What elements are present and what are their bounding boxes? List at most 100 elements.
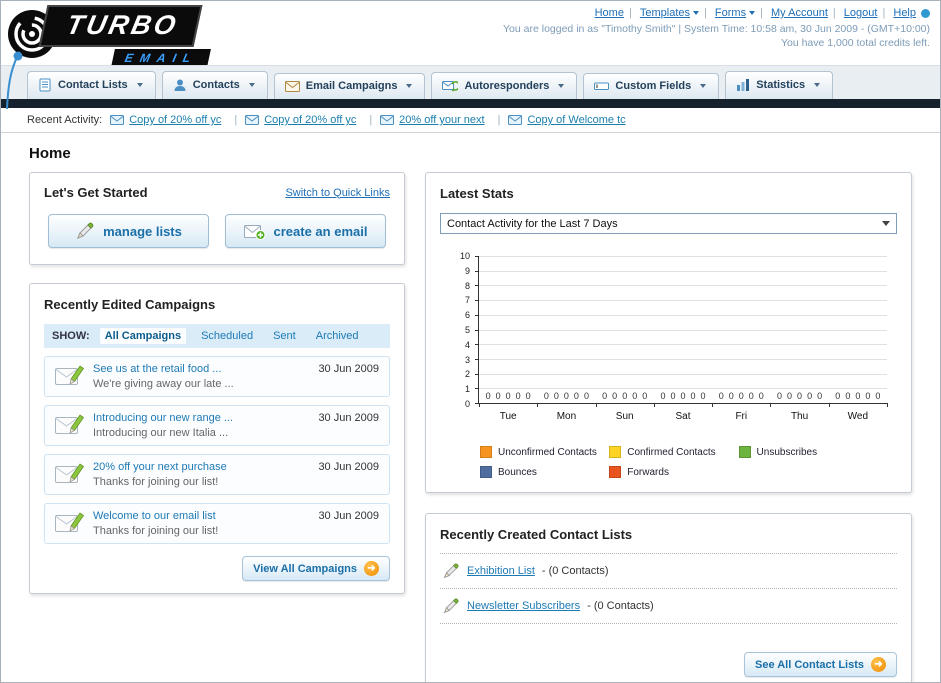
statistics-icon [737, 79, 750, 91]
show-label: SHOW: [52, 330, 90, 342]
chart-value: 0 [797, 391, 803, 401]
chart-value: 0 [845, 391, 851, 401]
view-all-campaigns-button[interactable]: View All Campaigns ➜ [242, 556, 390, 581]
campaign-row[interactable]: 20% off your next purchase Thanks for jo… [44, 454, 390, 495]
tab-label: Statistics [756, 79, 806, 91]
tab-autoresponders[interactable]: Autoresponders [431, 72, 578, 99]
envelope-pencil-icon [55, 365, 85, 385]
header: TURBO EMAIL Home Templates Forms My Acco… [1, 1, 940, 110]
x-tick-mark [537, 403, 539, 407]
filter-archived[interactable]: Archived [311, 328, 364, 344]
x-tick-mark [653, 403, 655, 407]
contact-list-count: - (0 Contacts) [587, 600, 654, 612]
tab-label: Contact Lists [58, 79, 128, 91]
chart-value: 0 [817, 391, 823, 401]
campaign-title-link[interactable]: Welcome to our email list [93, 510, 310, 522]
tab-email-campaigns[interactable]: Email Campaigns [273, 73, 426, 99]
contact-lists-title: Recently Created Contact Lists [440, 527, 633, 542]
legend-label: Bounces [498, 466, 537, 478]
campaign-subtitle: Thanks for joining our list! [93, 476, 219, 488]
recent-activity-link[interactable]: Copy of Welcome tc [527, 114, 625, 126]
recent-activity-link[interactable]: Copy of 20% off yc [129, 114, 221, 126]
recent-activity-link[interactable]: 20% off your next [399, 114, 484, 126]
chart-value: 0 [525, 391, 531, 401]
switch-quick-links-link[interactable]: Switch to Quick Links [285, 187, 390, 199]
nav-link-templates[interactable]: Templates [640, 7, 690, 19]
manage-lists-button[interactable]: manage lists [48, 214, 209, 248]
envelope-icon [110, 115, 125, 125]
contact-list-count: - (0 Contacts) [541, 565, 609, 577]
chart-value: 0 [718, 391, 724, 401]
contact-list-item: Exhibition List - (0 Contacts) [440, 554, 897, 589]
chart-value: 0 [573, 391, 579, 401]
chart-value: 0 [807, 391, 813, 401]
filter-sent[interactable]: Sent [268, 328, 301, 344]
chevron-down-icon [558, 83, 565, 88]
x-tick-label: Thu [790, 411, 809, 422]
view-all-campaigns-label: View All Campaigns [253, 562, 357, 575]
envelope-icon [245, 115, 260, 125]
x-tick-label: Mon [556, 411, 577, 422]
campaign-title-link[interactable]: See us at the retail food ... [93, 363, 310, 375]
app-window: TURBO EMAIL Home Templates Forms My Acco… [0, 0, 941, 683]
envelope-icon [508, 115, 523, 125]
nav-divider-bar [1, 99, 940, 108]
chart-value: 0 [543, 391, 549, 401]
legend-item: Confirmed Contacts [609, 446, 738, 458]
chart-value: 0 [583, 391, 589, 401]
tab-statistics[interactable]: Statistics [725, 71, 834, 99]
envelope-pencil-icon [55, 414, 85, 434]
chart-value: 0 [787, 391, 793, 401]
chart-value: 0 [738, 391, 744, 401]
campaign-row[interactable]: Welcome to our email list Thanks for joi… [44, 503, 390, 544]
see-all-contact-lists-button[interactable]: See All Contact Lists ➜ [743, 652, 897, 677]
tab-label: Autoresponders [464, 79, 550, 92]
campaign-row[interactable]: Introducing our new range ... Introducin… [44, 405, 390, 446]
y-tick-label: 2 [464, 369, 470, 380]
pencil-icon [443, 563, 459, 579]
chart-value: 0 [660, 391, 666, 401]
campaign-row[interactable]: See us at the retail food ... We're givi… [44, 356, 390, 397]
recent-activity-link[interactable]: Copy of 20% off yc [264, 114, 356, 126]
y-tick-label: 8 [464, 280, 470, 291]
stats-period-select[interactable]: Contact Activity for the Last 7 Days [440, 213, 897, 234]
chart-value: 0 [563, 391, 569, 401]
nav-link-my-account[interactable]: My Account [771, 7, 828, 19]
campaign-title-link[interactable]: 20% off your next purchase [93, 461, 310, 473]
tab-label: Contacts [192, 79, 240, 91]
campaign-filter-bar: SHOW: All Campaigns Scheduled Sent Archi… [44, 324, 390, 348]
live-help-indicator-icon [921, 8, 930, 18]
x-tick-mark [828, 403, 830, 407]
tab-custom-fields[interactable]: Custom Fields [583, 73, 720, 99]
tab-contact-lists[interactable]: Contact Lists [27, 71, 156, 99]
filter-all-campaigns[interactable]: All Campaigns [99, 328, 187, 344]
tab-contacts[interactable]: Contacts [161, 71, 268, 99]
x-tick-mark [887, 403, 888, 407]
chart-value-labels: 00000 [770, 391, 828, 401]
filter-scheduled[interactable]: Scheduled [196, 328, 258, 344]
chart-category-group: 0 0 0 0 0 Tue [479, 256, 537, 422]
chart-value: 0 [748, 391, 754, 401]
stats-period-value: Contact Activity for the Last 7 Days [447, 217, 618, 230]
credits-info: You have 1,000 total credits left. [780, 37, 930, 49]
manage-lists-label: manage lists [103, 223, 182, 239]
contact-list-link[interactable]: Newsletter Subscribers [467, 600, 580, 612]
legend-swatch [480, 466, 492, 478]
nav-link-logout[interactable]: Logout [844, 7, 878, 19]
nav-link-forms[interactable]: Forms [715, 7, 746, 19]
nav-link-home[interactable]: Home [595, 7, 624, 19]
contact-list-link[interactable]: Exhibition List [467, 565, 535, 577]
campaign-date: 30 Jun 2009 [318, 363, 379, 375]
chevron-down-icon [248, 83, 255, 87]
chart-value: 0 [728, 391, 734, 401]
legend-label: Unsubscribes [756, 446, 818, 458]
chart-category-group: 0 0 0 0 0 Wed [829, 256, 887, 422]
nav-link-help[interactable]: Help [893, 7, 916, 19]
create-email-button[interactable]: create an email [225, 214, 386, 248]
contact-list-item: Newsletter Subscribers - (0 Contacts) [440, 589, 897, 624]
chevron-down-icon [700, 84, 707, 88]
campaign-date: 30 Jun 2009 [318, 461, 379, 473]
chart-value: 0 [553, 391, 559, 401]
pencil-icon [443, 598, 459, 614]
campaign-title-link[interactable]: Introducing our new range ... [93, 412, 310, 424]
